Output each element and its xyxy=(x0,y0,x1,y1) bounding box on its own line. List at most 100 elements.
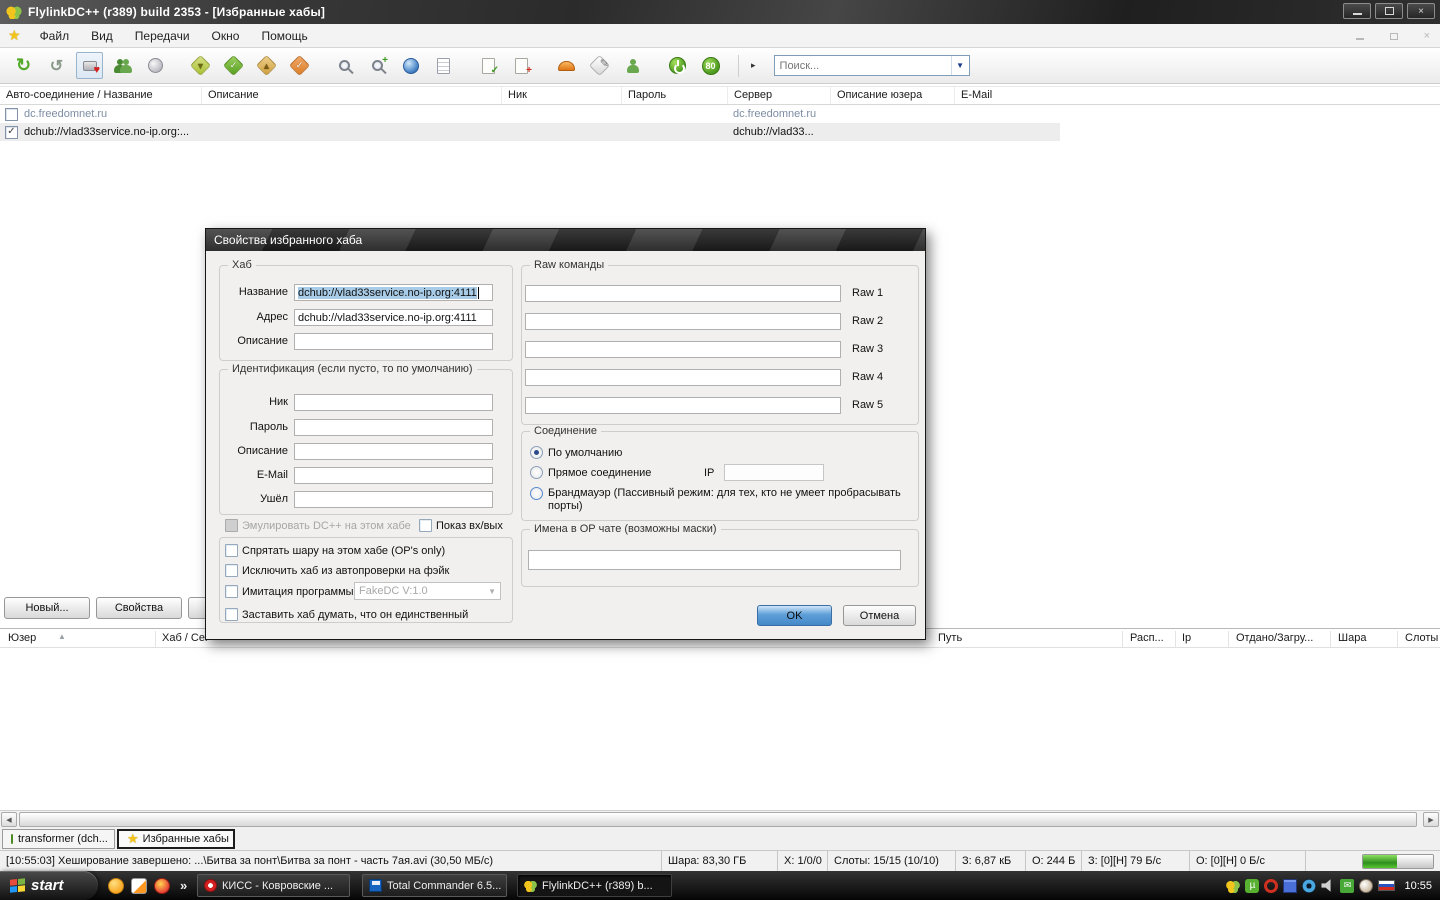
col-share[interactable]: Шара xyxy=(1338,632,1366,644)
email-field[interactable] xyxy=(294,467,493,484)
raw2-field[interactable] xyxy=(525,313,841,330)
away-message-field[interactable] xyxy=(294,491,493,508)
col-ratio[interactable]: Отдано/Загру... xyxy=(1236,632,1313,644)
scroll-right-button[interactable]: ▶ xyxy=(1423,812,1439,827)
refresh-icon[interactable]: ↻ xyxy=(10,52,37,79)
close-button[interactable]: × xyxy=(1407,3,1435,19)
col-ip[interactable]: Ip xyxy=(1182,632,1191,644)
waiting-users-icon[interactable]: ▲ xyxy=(253,52,280,79)
direct-connection-radio[interactable] xyxy=(530,466,543,479)
col-hub-segment[interactable]: Хаб / Сег xyxy=(162,632,209,644)
quicklaunch-opera-icon[interactable] xyxy=(154,878,170,894)
col-slots[interactable]: Слоты xyxy=(1405,632,1438,644)
rename-icon[interactable]: ✎ xyxy=(586,52,613,79)
favorite-users-icon[interactable] xyxy=(109,52,136,79)
tray-mail-icon[interactable]: ✉ xyxy=(1340,879,1354,893)
adl-search-icon[interactable]: + xyxy=(364,52,391,79)
cancel-button[interactable]: Отмена xyxy=(843,605,916,626)
password-field[interactable] xyxy=(294,419,493,436)
language-flag-icon[interactable] xyxy=(1378,880,1395,891)
search-spy-icon[interactable] xyxy=(397,52,424,79)
task-kicc[interactable]: КИСС - Ковровские ... xyxy=(197,874,350,897)
tray-volume-icon[interactable] xyxy=(1321,879,1335,893)
autoconnect-checkbox[interactable]: ✓ xyxy=(5,126,18,139)
new-hub-button[interactable]: Новый... xyxy=(4,597,90,619)
hub-address-field[interactable] xyxy=(294,309,493,326)
hub-row-freedomnet[interactable]: dc.freedomnet.ru dc.freedomnet.ru xyxy=(0,105,1060,123)
autoconnect-checkbox[interactable] xyxy=(5,108,18,121)
client-emulation-checkbox[interactable] xyxy=(225,585,238,598)
user-description-field[interactable] xyxy=(294,443,493,460)
col-path[interactable]: Путь xyxy=(938,632,962,644)
minimize-button[interactable] xyxy=(1343,3,1371,19)
tray-cow-icon[interactable] xyxy=(1359,879,1373,893)
menu-view[interactable]: Вид xyxy=(80,29,124,43)
hub-row-vlad33[interactable]: ✓ dchub://vlad33service.no-ip.org:... dc… xyxy=(0,123,1060,141)
ok-button[interactable]: OK xyxy=(757,605,832,626)
quicklaunch-overflow-chevron[interactable]: » xyxy=(180,878,187,893)
hub-description-field[interactable] xyxy=(294,333,493,350)
col-nick[interactable]: Ник xyxy=(502,87,622,104)
tray-eye-icon[interactable] xyxy=(1302,879,1316,893)
download-queue-icon[interactable]: ▼ xyxy=(187,52,214,79)
nick-field[interactable] xyxy=(294,394,493,411)
settings-wizard-icon[interactable]: + xyxy=(508,52,535,79)
col-password[interactable]: Пароль xyxy=(622,87,728,104)
hat-icon[interactable] xyxy=(553,52,580,79)
col-user[interactable]: Юзер xyxy=(8,632,36,644)
quicklaunch-paint-icon[interactable] xyxy=(131,878,147,894)
menu-window[interactable]: Окно xyxy=(201,29,251,43)
horizontal-scrollbar[interactable]: ◀ ▶ xyxy=(0,810,1440,827)
search-icon[interactable] xyxy=(331,52,358,79)
tray-flylinkdc-icon[interactable] xyxy=(1226,879,1240,893)
speed-limit-icon[interactable]: 80 xyxy=(697,52,724,79)
exclude-fakecheck-checkbox[interactable] xyxy=(225,564,238,577)
hub-name-field[interactable]: dchub://vlad33service.no-ip.org:4111 xyxy=(294,284,493,301)
col-user-description[interactable]: Описание юзера xyxy=(831,87,955,104)
start-button[interactable]: start xyxy=(0,871,98,900)
finished-uploads-icon[interactable]: ✓ xyxy=(286,52,313,79)
menu-file[interactable]: Файл xyxy=(29,29,81,43)
hide-share-checkbox[interactable] xyxy=(225,544,238,557)
recent-hubs-icon[interactable] xyxy=(142,52,169,79)
raw1-field[interactable] xyxy=(525,285,841,302)
shutdown-icon[interactable] xyxy=(664,52,691,79)
away-mode-icon[interactable] xyxy=(619,52,646,79)
tray-utorrent-icon[interactable]: µ xyxy=(1245,879,1259,893)
raw4-field[interactable] xyxy=(525,369,841,386)
col-location[interactable]: Расп... xyxy=(1130,632,1164,644)
default-connection-radio[interactable] xyxy=(530,446,543,459)
opchat-names-field[interactable] xyxy=(528,550,901,570)
mdi-minimize-icon[interactable] xyxy=(1356,38,1364,40)
reconnect-icon[interactable]: ↺ xyxy=(43,52,70,79)
exclusive-hub-checkbox[interactable] xyxy=(225,608,238,621)
mdi-restore-icon[interactable] xyxy=(1390,33,1398,40)
task-total-commander[interactable]: Total Commander 6.5... xyxy=(362,874,507,897)
toolbar-more-button[interactable]: ▸ xyxy=(747,56,760,75)
col-autoconnect-name[interactable]: Авто-соединение / Название xyxy=(0,87,202,104)
scroll-left-button[interactable]: ◀ xyxy=(1,812,17,827)
scrollbar-thumb[interactable] xyxy=(19,812,1417,827)
settings-check-icon[interactable]: ✓ xyxy=(475,52,502,79)
search-input[interactable] xyxy=(775,56,951,75)
task-flylinkdc[interactable]: FlylinkDC++ (r389) b... xyxy=(517,874,672,897)
search-dropdown-button[interactable]: ▼ xyxy=(951,56,969,75)
quicklaunch-ball-icon[interactable] xyxy=(108,878,124,894)
tray-display-icon[interactable] xyxy=(1283,879,1297,893)
notepad-icon[interactable] xyxy=(430,52,457,79)
col-email[interactable]: E-Mail xyxy=(955,87,1060,104)
col-description[interactable]: Описание xyxy=(202,87,502,104)
menu-transfers[interactable]: Передачи xyxy=(124,29,201,43)
col-server[interactable]: Сервер xyxy=(728,87,831,104)
finished-downloads-icon[interactable]: ✓ xyxy=(220,52,247,79)
raw3-field[interactable] xyxy=(525,341,841,358)
properties-button[interactable]: Свойства xyxy=(96,597,182,619)
tray-opera-icon[interactable] xyxy=(1264,879,1278,893)
tab-favorite-hubs[interactable]: ★ Избранные хабы xyxy=(117,829,235,849)
tab-transformer-hub[interactable]: transformer (dch... xyxy=(2,829,115,849)
favorite-hubs-icon[interactable]: ♥ xyxy=(76,52,103,79)
raw5-field[interactable] xyxy=(525,397,841,414)
maximize-button[interactable] xyxy=(1375,3,1403,19)
firewall-radio[interactable] xyxy=(530,487,543,500)
show-joins-checkbox[interactable] xyxy=(419,519,432,532)
